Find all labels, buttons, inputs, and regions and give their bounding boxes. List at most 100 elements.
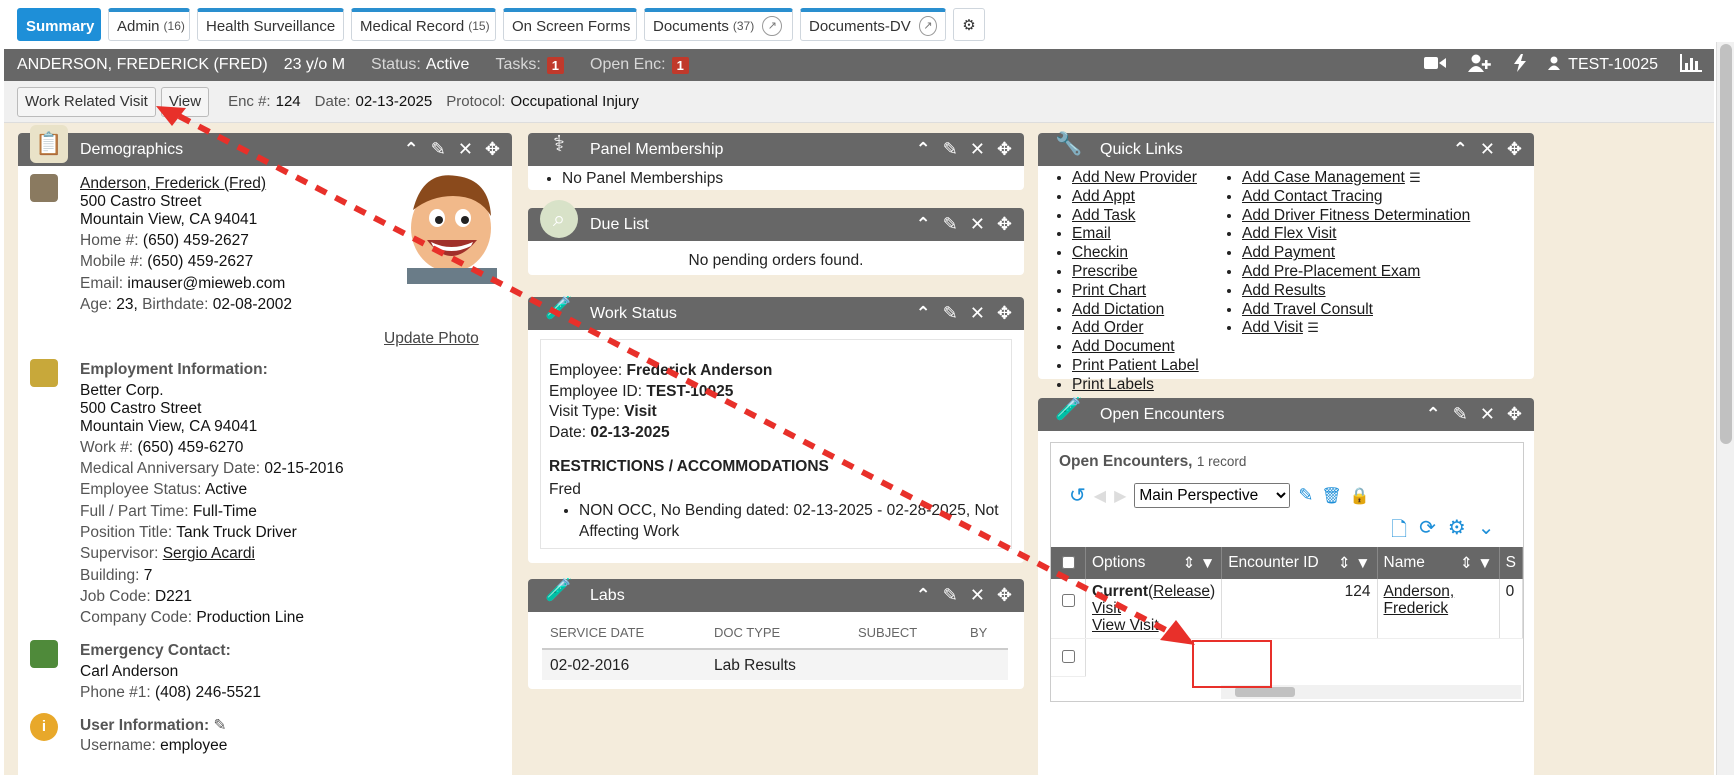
close-icon[interactable]: ✕	[970, 585, 985, 606]
column-header-options[interactable]: Options ⇕ ▼	[1085, 547, 1223, 579]
quick-link[interactable]: Print Chart	[1072, 282, 1146, 299]
edit-icon[interactable]: ✎	[943, 303, 958, 324]
tab-summary[interactable]: Summary	[17, 8, 101, 41]
edit-icon[interactable]: ✎	[1453, 404, 1468, 425]
collapse-icon[interactable]: ⌃	[404, 139, 419, 160]
vertical-scrollbar[interactable]	[1716, 42, 1734, 775]
quick-link[interactable]: Print Patient Label	[1072, 357, 1199, 374]
list-icon[interactable]: ☰	[1307, 320, 1319, 335]
sort-filter-icon[interactable]: ⇕ ▼	[1183, 554, 1216, 573]
edit-icon[interactable]: ✎	[431, 139, 446, 160]
trash-icon[interactable]: 🗑	[1321, 486, 1341, 506]
view-button[interactable]: View	[160, 86, 210, 117]
quick-link[interactable]: Add Dictation	[1072, 301, 1164, 318]
supervisor-link[interactable]: Sergio Acardi	[163, 545, 255, 562]
undo-icon[interactable]: ↺	[1069, 483, 1086, 508]
tasks-badge[interactable]: 1	[546, 56, 565, 74]
list-icon[interactable]: ☰	[1409, 170, 1421, 185]
chevron-down-icon[interactable]: ⌄	[1478, 515, 1495, 549]
move-icon[interactable]: ✥	[1507, 404, 1522, 425]
close-icon[interactable]: ✕	[1480, 139, 1495, 160]
back-icon[interactable]: ◀	[1094, 486, 1106, 506]
column-header[interactable]: SUBJECT	[858, 625, 917, 640]
chart-icon[interactable]	[1680, 53, 1702, 77]
patient-name-link[interactable]: Frederick	[1384, 600, 1449, 617]
table-row[interactable]: 02-02-2016 Lab Results	[542, 648, 1008, 680]
tab-settings[interactable]: ⚙	[953, 8, 985, 41]
row-checkbox[interactable]	[1062, 650, 1075, 663]
quick-link[interactable]: Prescribe	[1072, 263, 1137, 280]
collapse-icon[interactable]: ⌃	[916, 303, 931, 324]
patient-name-link[interactable]: Anderson,	[1384, 583, 1455, 600]
tab-medical-record[interactable]: Medical Record (15)	[351, 8, 496, 41]
quick-link[interactable]: Add Document	[1072, 338, 1175, 355]
quick-link[interactable]: Add Travel Consult	[1242, 301, 1373, 318]
pencil-icon[interactable]: ✎	[214, 717, 227, 734]
collapse-icon[interactable]: ⌃	[1426, 404, 1441, 425]
edit-icon[interactable]: ✎	[943, 585, 958, 606]
quick-link[interactable]: Add Case Management	[1242, 169, 1405, 186]
move-icon[interactable]: ✥	[997, 585, 1012, 606]
quick-link[interactable]: Add Flex Visit	[1242, 225, 1336, 242]
refresh-icon[interactable]: ⟳	[1419, 515, 1436, 549]
quick-link[interactable]: Add Task	[1072, 207, 1135, 224]
external-link-icon[interactable]: ↗	[762, 16, 783, 36]
move-icon[interactable]: ✥	[1507, 139, 1522, 160]
edit-icon[interactable]: ✎	[943, 139, 958, 160]
add-user-icon[interactable]	[1468, 54, 1492, 77]
lightning-icon[interactable]	[1514, 53, 1527, 77]
scrollbar-thumb[interactable]	[1235, 687, 1295, 697]
move-icon[interactable]: ✥	[997, 214, 1012, 235]
tab-on-screen-forms[interactable]: On Screen Forms	[503, 8, 637, 41]
close-icon[interactable]: ✕	[1480, 404, 1495, 425]
quick-link[interactable]: Add Driver Fitness Determination	[1242, 207, 1470, 224]
column-header-name[interactable]: Name ⇕ ▼	[1377, 547, 1500, 579]
quick-link[interactable]: Add Contact Tracing	[1242, 188, 1382, 205]
quick-link[interactable]: Add Results	[1242, 282, 1326, 299]
tab-admin[interactable]: Admin (16)	[108, 8, 190, 41]
column-header[interactable]: DOC TYPE	[714, 625, 780, 640]
table-row[interactable]	[1051, 638, 1523, 677]
column-header[interactable]: SERVICE DATE	[550, 625, 644, 640]
column-header[interactable]: BY	[970, 625, 987, 640]
update-photo-link[interactable]: Update Photo	[384, 330, 479, 348]
column-header-s[interactable]: S	[1499, 547, 1523, 579]
patient-photo[interactable]	[393, 166, 501, 284]
forward-icon[interactable]: ▶	[1114, 486, 1126, 506]
patient-name-link[interactable]: Anderson, Frederick (Fred)	[80, 175, 266, 193]
edit-icon[interactable]: ✎	[943, 214, 958, 235]
collapse-icon[interactable]: ⌃	[1453, 139, 1468, 160]
close-icon[interactable]: ✕	[970, 139, 985, 160]
video-icon[interactable]	[1424, 55, 1447, 76]
release-link[interactable]: Release	[1153, 583, 1210, 600]
move-icon[interactable]: ✥	[997, 139, 1012, 160]
lock-icon[interactable]: 🔒	[1350, 486, 1370, 506]
move-icon[interactable]: ✥	[997, 303, 1012, 324]
collapse-icon[interactable]: ⌃	[916, 139, 931, 160]
quick-link[interactable]: Add Visit	[1242, 319, 1303, 336]
tab-health-surveillance[interactable]: Health Surveillance	[197, 8, 344, 41]
gear-icon[interactable]: ⚙	[1448, 515, 1466, 549]
move-icon[interactable]: ✥	[485, 139, 500, 160]
edit-icon[interactable]: ✎	[1298, 485, 1313, 506]
column-header-encounter-id[interactable]: Encounter ID ⇕ ▼	[1221, 547, 1378, 579]
scrollbar-thumb[interactable]	[1720, 44, 1732, 444]
quick-link[interactable]: Checkin	[1072, 244, 1128, 261]
table-row[interactable]: Current(Release) Visit View Visit 124 An…	[1051, 579, 1523, 639]
tab-documents-dv[interactable]: Documents-DV ↗	[800, 8, 946, 41]
quick-link[interactable]: Add Order	[1072, 319, 1144, 336]
quick-link[interactable]: Add Pre-Placement Exam	[1242, 263, 1420, 280]
visit-link[interactable]: Visit	[1092, 600, 1121, 617]
new-document-icon[interactable]: 🗋	[1391, 515, 1407, 549]
row-checkbox[interactable]	[1062, 594, 1075, 607]
work-related-visit-button[interactable]: Work Related Visit	[17, 86, 156, 117]
close-icon[interactable]: ✕	[970, 303, 985, 324]
view-visit-link[interactable]: View Visit	[1092, 617, 1159, 634]
external-link-icon[interactable]: ↗	[918, 16, 937, 36]
close-icon[interactable]: ✕	[458, 139, 473, 160]
quick-link[interactable]: Add Appt	[1072, 188, 1135, 205]
quick-link[interactable]: Email	[1072, 225, 1111, 242]
perspective-select[interactable]: Main Perspective	[1134, 483, 1291, 508]
collapse-icon[interactable]: ⌃	[916, 585, 931, 606]
open-enc-badge[interactable]: 1	[671, 56, 689, 74]
